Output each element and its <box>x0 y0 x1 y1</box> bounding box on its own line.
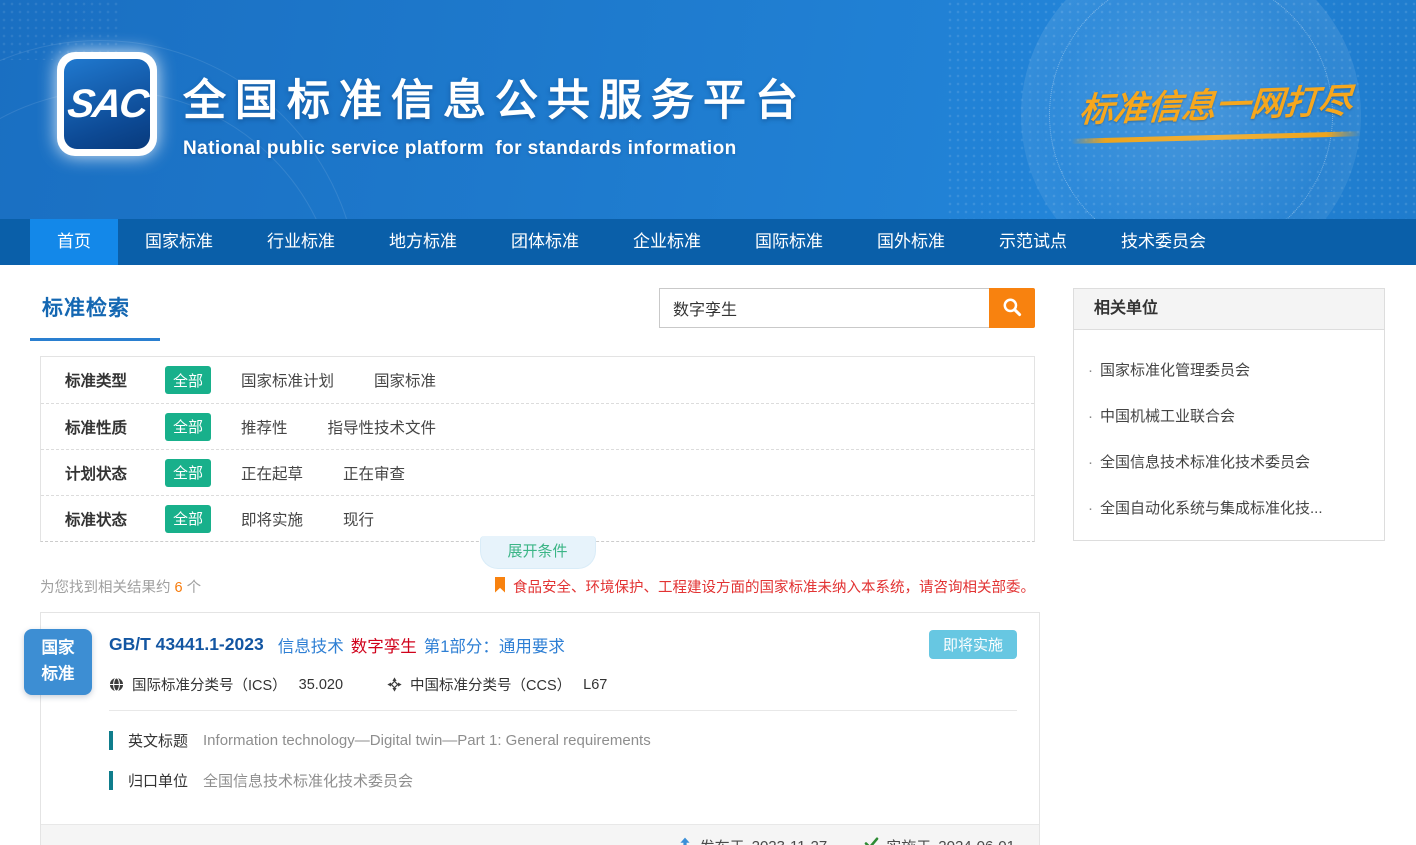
site-subtitle: National public service platform for sta… <box>183 138 807 160</box>
related-units-title: 相关单位 <box>1074 289 1384 330</box>
nav-item-international-standards[interactable]: 国际标准 <box>728 219 850 265</box>
nav-item-national-standards[interactable]: 国家标准 <box>118 219 240 265</box>
standard-result-card: 国家 标准 GB/T 43441.1-2023 信息技术 数字孪生 第1部分：通… <box>40 612 1040 845</box>
sidebar-item-sac[interactable]: 国家标准化管理委员会 <box>1088 359 1368 380</box>
filter-option[interactable]: 指导性技术文件 <box>328 416 437 438</box>
slogan-text: 标准信息一网打尽 <box>1064 73 1368 132</box>
related-units-list: 国家标准化管理委员会 中国机械工业联合会 全国信息技术标准化技术委员会 全国自动… <box>1074 330 1384 540</box>
filter-option[interactable]: 国家标准计划 <box>241 369 334 391</box>
filter-label: 标准类型 <box>65 369 165 391</box>
dept-value: 全国信息技术标准化技术委员会 <box>203 770 413 791</box>
filter-all-button[interactable]: 全部 <box>165 366 211 394</box>
main-nav: 首页 国家标准 行业标准 地方标准 团体标准 企业标准 国际标准 国外标准 示范… <box>0 219 1416 265</box>
sac-logo-text: SAC <box>65 82 150 127</box>
english-title-value: Information technology—Digital twin—Part… <box>203 732 651 749</box>
notice-text: 食品安全、环境保护、工程建设方面的国家标准未纳入本系统，请咨询相关部委。 <box>513 576 1035 597</box>
search-icon <box>1002 297 1022 320</box>
filter-label: 标准性质 <box>65 416 165 438</box>
section-title-wrap: 标准检索 <box>30 288 160 341</box>
card-divider <box>109 710 1017 711</box>
dept-row: 归口单位 全国信息技术标准化技术委员会 <box>109 770 1017 791</box>
filter-label: 计划状态 <box>65 462 165 484</box>
search-input[interactable] <box>659 288 989 328</box>
page-title: 标准检索 <box>42 297 130 320</box>
filter-row-standard-status: 标准状态 全部 即将实施 现行 <box>41 495 1034 541</box>
nav-item-local-standards[interactable]: 地方标准 <box>362 219 484 265</box>
sidebar-item-it-standardization[interactable]: 全国信息技术标准化技术委员会 <box>1088 451 1368 472</box>
expand-conditions-button[interactable]: 展开条件 <box>479 536 595 569</box>
filter-option[interactable]: 正在起草 <box>241 462 303 484</box>
sac-logo[interactable]: SAC <box>57 52 157 156</box>
implement-date: 2024-06-01 <box>938 838 1015 845</box>
main-content: 标准检索 标准类型 <box>0 265 1416 845</box>
result-count: 为您找到相关结果约6个 <box>40 576 201 597</box>
filter-label: 标准状态 <box>65 508 165 530</box>
status-badge: 即将实施 <box>929 630 1017 659</box>
standard-code-link[interactable]: GB/T 43441.1-2023 <box>109 634 264 655</box>
dept-label: 归口单位 <box>128 770 188 791</box>
classification-row: 国际标准分类号（ICS） 35.020 中国 <box>109 674 1017 695</box>
compass-icon <box>387 677 402 692</box>
filter-option[interactable]: 即将实施 <box>241 508 303 530</box>
filter-option[interactable]: 国家标准 <box>374 369 436 391</box>
left-column: 标准检索 标准类型 <box>40 288 1035 845</box>
search-bar <box>659 288 1035 328</box>
filter-all-button[interactable]: 全部 <box>165 459 211 487</box>
filter-row-standard-nature: 标准性质 全部 推荐性 指导性技术文件 <box>41 403 1034 449</box>
ics-label: 国际标准分类号（ICS） <box>132 674 287 695</box>
publish-label: 发布于 <box>700 836 745 845</box>
check-icon <box>863 837 879 845</box>
nav-item-foreign-standards[interactable]: 国外标准 <box>850 219 972 265</box>
standard-title-prefix[interactable]: 信息技术 <box>278 633 344 657</box>
card-content: GB/T 43441.1-2023 信息技术 数字孪生 第1部分：通用要求 即将… <box>41 613 1039 807</box>
sac-logo-inner: SAC <box>64 59 150 149</box>
implement-date-item: 实施于 2024-06-01 <box>863 836 1015 845</box>
ccs-value: L67 <box>583 677 607 693</box>
page: SAC 全国标准信息公共服务平台 National public service… <box>0 0 1416 845</box>
bookmark-icon <box>494 577 506 597</box>
filter-all-button[interactable]: 全部 <box>165 505 211 533</box>
nav-item-enterprise-standards[interactable]: 企业标准 <box>606 219 728 265</box>
publish-date-item: 发布于 2023-11-27 <box>677 836 828 845</box>
standard-title-suffix[interactable]: 第1部分：通用要求 <box>424 633 565 657</box>
teal-bar <box>109 771 113 790</box>
sidebar-item-machinery-federation[interactable]: 中国机械工业联合会 <box>1088 405 1368 426</box>
globe-icon <box>109 677 124 692</box>
implement-label: 实施于 <box>886 836 931 845</box>
english-title-row: 英文标题 Information technology—Digital twin… <box>109 730 1017 751</box>
system-notice: 食品安全、环境保护、工程建设方面的国家标准未纳入本系统，请咨询相关部委。 <box>494 576 1035 597</box>
search-button[interactable] <box>989 288 1035 328</box>
nav-item-industry-standards[interactable]: 行业标准 <box>240 219 362 265</box>
site-title: 全国标准信息公共服务平台 <box>183 66 807 128</box>
filter-row-plan-status: 计划状态 全部 正在起草 正在审查 <box>41 449 1034 495</box>
result-count-number: 6 <box>171 580 187 596</box>
standard-type-badge: 国家 标准 <box>24 629 92 695</box>
related-units-panel: 相关单位 国家标准化管理委员会 中国机械工业联合会 全国信息技术标准化技术委员会… <box>1073 288 1385 541</box>
nav-item-technical-committee[interactable]: 技术委员会 <box>1094 219 1233 265</box>
teal-bar <box>109 731 113 750</box>
slogan-block: 标准信息一网打尽 <box>1066 78 1366 140</box>
filter-panel: 标准类型 全部 国家标准计划 国家标准 标准性质 全部 推荐性 指导性技术文件 <box>40 356 1035 542</box>
filter-option[interactable]: 现行 <box>343 508 374 530</box>
nav-item-home[interactable]: 首页 <box>30 219 118 265</box>
standard-title-highlight[interactable]: 数字孪生 <box>351 633 417 657</box>
filter-option[interactable]: 正在审查 <box>343 462 405 484</box>
results-meta-row: 为您找到相关结果约6个 食品安全、环境保护、工程建设方面的国家标准未纳入本系统，… <box>40 576 1035 597</box>
publish-date: 2023-11-27 <box>752 838 828 845</box>
card-footer: 发布于 2023-11-27 实施于 2024-06-01 <box>41 824 1039 845</box>
sidebar-item-automation-integration[interactable]: 全国自动化系统与集成标准化技... <box>1088 497 1368 518</box>
site-title-block: 全国标准信息公共服务平台 National public service pla… <box>183 66 807 160</box>
site-header: SAC 全国标准信息公共服务平台 National public service… <box>0 0 1416 219</box>
nav-item-group-standards[interactable]: 团体标准 <box>484 219 606 265</box>
ics-value: 35.020 <box>299 677 343 693</box>
upload-icon <box>677 837 693 845</box>
ccs-label: 中国标准分类号（CCS） <box>410 674 571 695</box>
filter-all-button[interactable]: 全部 <box>165 413 211 441</box>
english-title-label: 英文标题 <box>128 730 188 751</box>
filter-row-standard-type: 标准类型 全部 国家标准计划 国家标准 <box>41 357 1034 403</box>
card-title-row: GB/T 43441.1-2023 信息技术 数字孪生 第1部分：通用要求 即将… <box>109 630 1017 659</box>
filter-option[interactable]: 推荐性 <box>241 416 288 438</box>
nav-item-pilot[interactable]: 示范试点 <box>972 219 1094 265</box>
